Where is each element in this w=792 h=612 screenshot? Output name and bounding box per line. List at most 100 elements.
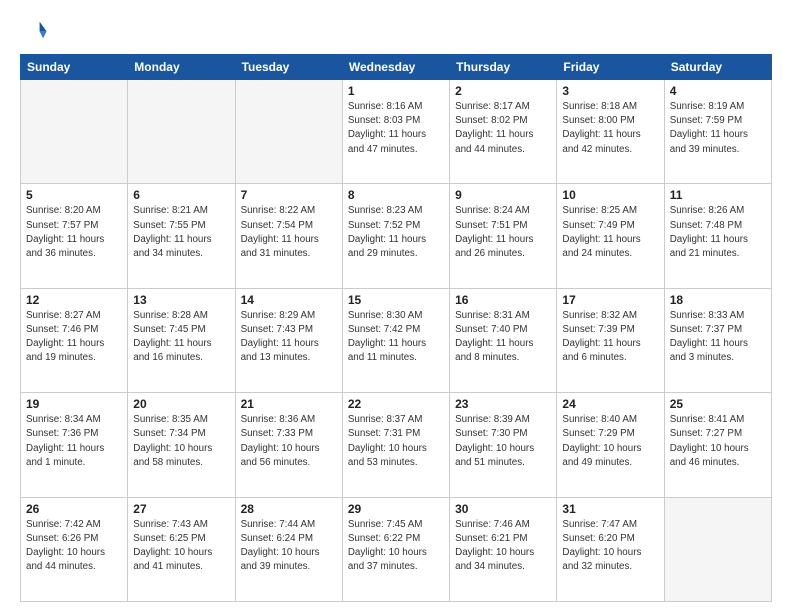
- day-number: 9: [455, 188, 551, 202]
- calendar-cell: 19Sunrise: 8:34 AMSunset: 7:36 PMDayligh…: [21, 393, 128, 497]
- calendar-cell: 24 Sunrise: 8:40 AMSunset: 7:29 PMDayligh…: [557, 393, 664, 497]
- day-info: Sunrise: 7:47 AMSunset: 6:20 PMDaylight:…: [562, 518, 658, 575]
- day-info: Sunrise: 8:25 AMSunset: 7:49 PMDaylight:…: [562, 204, 658, 261]
- day-number: 24: [562, 397, 658, 411]
- header-thursday: Thursday: [450, 55, 557, 80]
- calendar-cell: 20 Sunrise: 8:35 AMSunset: 7:34 PMDayligh…: [128, 393, 235, 497]
- calendar-cell: 18 Sunrise: 8:33 AMSunset: 7:37 PMDayligh…: [664, 288, 771, 392]
- day-info: Sunrise: 8:26 AMSunset: 7:48 PMDaylight:…: [670, 204, 766, 261]
- day-number: 2: [455, 84, 551, 98]
- day-number: 17: [562, 293, 658, 307]
- header-tuesday: Tuesday: [235, 55, 342, 80]
- calendar-cell: 23 Sunrise: 8:39 AMSunset: 7:30 PMDayligh…: [450, 393, 557, 497]
- day-number: 20: [133, 397, 229, 411]
- day-number: 29: [348, 502, 444, 516]
- week-row-2: 5 Sunrise: 8:20 AMSunset: 7:57 PMDaylight…: [21, 184, 772, 288]
- calendar-cell: 7Sunrise: 8:22 AMSunset: 7:54 PMDaylight…: [235, 184, 342, 288]
- calendar-cell: 31 Sunrise: 7:47 AMSunset: 6:20 PMDayligh…: [557, 497, 664, 601]
- week-row-5: 26Sunrise: 7:42 AMSunset: 6:26 PMDayligh…: [21, 497, 772, 601]
- logo-icon: [20, 16, 48, 44]
- calendar-cell: 11 Sunrise: 8:26 AMSunset: 7:48 PMDayligh…: [664, 184, 771, 288]
- calendar-cell: [235, 80, 342, 184]
- calendar-cell: 13 Sunrise: 8:28 AMSunset: 7:45 PMDayligh…: [128, 288, 235, 392]
- calendar-cell: 15 Sunrise: 8:30 AMSunset: 7:42 PMDayligh…: [342, 288, 449, 392]
- day-info: Sunrise: 7:43 AMSunset: 6:25 PMDaylight:…: [133, 518, 229, 575]
- calendar-cell: 14Sunrise: 8:29 AMSunset: 7:43 PMDayligh…: [235, 288, 342, 392]
- day-info: Sunrise: 8:32 AMSunset: 7:39 PMDaylight:…: [562, 309, 658, 366]
- day-info: Sunrise: 8:40 AMSunset: 7:29 PMDaylight:…: [562, 413, 658, 470]
- day-number: 8: [348, 188, 444, 202]
- calendar-cell: 28Sunrise: 7:44 AMSunset: 6:24 PMDayligh…: [235, 497, 342, 601]
- day-number: 13: [133, 293, 229, 307]
- day-info: Sunrise: 8:19 AMSunset: 7:59 PMDaylight:…: [670, 100, 766, 157]
- header-friday: Friday: [557, 55, 664, 80]
- calendar-cell: 27 Sunrise: 7:43 AMSunset: 6:25 PMDayligh…: [128, 497, 235, 601]
- calendar-cell: 17 Sunrise: 8:32 AMSunset: 7:39 PMDayligh…: [557, 288, 664, 392]
- day-number: 16: [455, 293, 551, 307]
- day-info: Sunrise: 7:46 AMSunset: 6:21 PMDaylight:…: [455, 518, 551, 575]
- day-info: Sunrise: 8:33 AMSunset: 7:37 PMDaylight:…: [670, 309, 766, 366]
- calendar-cell: 29 Sunrise: 7:45 AMSunset: 6:22 PMDayligh…: [342, 497, 449, 601]
- day-info: Sunrise: 8:30 AMSunset: 7:42 PMDaylight:…: [348, 309, 444, 366]
- day-number: 6: [133, 188, 229, 202]
- calendar-cell: 16 Sunrise: 8:31 AMSunset: 7:40 PMDayligh…: [450, 288, 557, 392]
- day-info: Sunrise: 8:18 AMSunset: 8:00 PMDaylight:…: [562, 100, 658, 157]
- header-saturday: Saturday: [664, 55, 771, 80]
- day-info: Sunrise: 7:44 AMSunset: 6:24 PMDaylight:…: [241, 518, 337, 575]
- day-number: 18: [670, 293, 766, 307]
- day-info: Sunrise: 8:36 AMSunset: 7:33 PMDaylight:…: [241, 413, 337, 470]
- day-number: 31: [562, 502, 658, 516]
- calendar-cell: 10 Sunrise: 8:25 AMSunset: 7:49 PMDayligh…: [557, 184, 664, 288]
- day-info: Sunrise: 8:16 AMSunset: 8:03 PMDaylight:…: [348, 100, 444, 157]
- day-info: Sunrise: 8:34 AMSunset: 7:36 PMDaylight:…: [26, 413, 122, 470]
- day-number: 15: [348, 293, 444, 307]
- calendar-cell: [21, 80, 128, 184]
- day-number: 21: [241, 397, 337, 411]
- day-info: Sunrise: 8:28 AMSunset: 7:45 PMDaylight:…: [133, 309, 229, 366]
- header-sunday: Sunday: [21, 55, 128, 80]
- calendar-cell: 3 Sunrise: 8:18 AMSunset: 8:00 PMDaylight…: [557, 80, 664, 184]
- calendar-cell: 8 Sunrise: 8:23 AMSunset: 7:52 PMDaylight…: [342, 184, 449, 288]
- day-number: 11: [670, 188, 766, 202]
- day-info: Sunrise: 8:35 AMSunset: 7:34 PMDaylight:…: [133, 413, 229, 470]
- day-number: 1: [348, 84, 444, 98]
- day-number: 27: [133, 502, 229, 516]
- calendar-cell: 22Sunrise: 8:37 AMSunset: 7:31 PMDayligh…: [342, 393, 449, 497]
- calendar-cell: 2 Sunrise: 8:17 AMSunset: 8:02 PMDaylight…: [450, 80, 557, 184]
- day-info: Sunrise: 8:39 AMSunset: 7:30 PMDaylight:…: [455, 413, 551, 470]
- calendar-cell: 4 Sunrise: 8:19 AMSunset: 7:59 PMDaylight…: [664, 80, 771, 184]
- day-number: 4: [670, 84, 766, 98]
- header-monday: Monday: [128, 55, 235, 80]
- calendar-cell: 6Sunrise: 8:21 AMSunset: 7:55 PMDaylight…: [128, 184, 235, 288]
- calendar-table: Sunday Monday Tuesday Wednesday Thursday…: [20, 54, 772, 602]
- day-info: Sunrise: 7:42 AMSunset: 6:26 PMDaylight:…: [26, 518, 122, 575]
- day-info: Sunrise: 8:23 AMSunset: 7:52 PMDaylight:…: [348, 204, 444, 261]
- calendar-cell: 12Sunrise: 8:27 AMSunset: 7:46 PMDayligh…: [21, 288, 128, 392]
- calendar-cell: 9 Sunrise: 8:24 AMSunset: 7:51 PMDaylight…: [450, 184, 557, 288]
- day-number: 30: [455, 502, 551, 516]
- day-info: Sunrise: 8:29 AMSunset: 7:43 PMDaylight:…: [241, 309, 337, 366]
- day-info: Sunrise: 8:27 AMSunset: 7:46 PMDaylight:…: [26, 309, 122, 366]
- day-info: Sunrise: 8:17 AMSunset: 8:02 PMDaylight:…: [455, 100, 551, 157]
- calendar-header-row: Sunday Monday Tuesday Wednesday Thursday…: [21, 55, 772, 80]
- calendar-cell: 1 Sunrise: 8:16 AMSunset: 8:03 PMDaylight…: [342, 80, 449, 184]
- day-number: 5: [26, 188, 122, 202]
- week-row-1: 1 Sunrise: 8:16 AMSunset: 8:03 PMDaylight…: [21, 80, 772, 184]
- day-number: 3: [562, 84, 658, 98]
- day-info: Sunrise: 8:24 AMSunset: 7:51 PMDaylight:…: [455, 204, 551, 261]
- day-info: Sunrise: 8:20 AMSunset: 7:57 PMDaylight:…: [26, 204, 122, 261]
- day-number: 10: [562, 188, 658, 202]
- day-info: Sunrise: 8:31 AMSunset: 7:40 PMDaylight:…: [455, 309, 551, 366]
- header-wednesday: Wednesday: [342, 55, 449, 80]
- page: Sunday Monday Tuesday Wednesday Thursday…: [0, 0, 792, 612]
- logo: [20, 16, 52, 44]
- header: [20, 16, 772, 44]
- calendar-cell: 26Sunrise: 7:42 AMSunset: 6:26 PMDayligh…: [21, 497, 128, 601]
- day-number: 23: [455, 397, 551, 411]
- day-info: Sunrise: 8:37 AMSunset: 7:31 PMDaylight:…: [348, 413, 444, 470]
- calendar-cell: 25Sunrise: 8:41 AMSunset: 7:27 PMDayligh…: [664, 393, 771, 497]
- day-info: Sunrise: 7:45 AMSunset: 6:22 PMDaylight:…: [348, 518, 444, 575]
- day-info: Sunrise: 8:41 AMSunset: 7:27 PMDaylight:…: [670, 413, 766, 470]
- day-number: 7: [241, 188, 337, 202]
- calendar-cell: [128, 80, 235, 184]
